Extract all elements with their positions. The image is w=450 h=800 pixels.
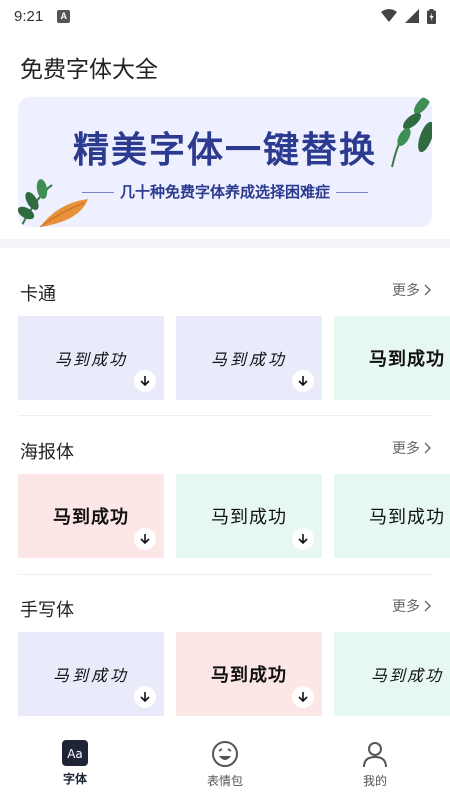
wifi-icon xyxy=(381,9,397,22)
emoji-icon xyxy=(212,741,238,767)
divider xyxy=(18,415,432,416)
tab-label: 表情包 xyxy=(206,774,243,788)
download-button[interactable] xyxy=(292,528,314,550)
chevron-right-icon xyxy=(424,442,431,454)
tab-profile[interactable]: 我的 xyxy=(300,730,450,800)
section-handwriting: 手写体 更多 马到成功 马到成功 马到成功 xyxy=(0,596,450,741)
battery-icon xyxy=(427,8,436,24)
tab-label: 字体 xyxy=(62,772,87,786)
font-card[interactable]: 马到成功 xyxy=(176,632,322,716)
section-title: 手写体 xyxy=(20,600,74,621)
font-card-row: 马到成功 马到成功 马到成功 xyxy=(18,474,450,558)
tab-emoji[interactable]: 表情包 xyxy=(150,730,300,800)
section-poster: 海报体 更多 马到成功 马到成功 马到成功 xyxy=(0,438,450,583)
font-preview-text: 马到成功 xyxy=(369,349,445,370)
font-preview-text: 马到成功 xyxy=(54,350,127,369)
section-title: 海报体 xyxy=(20,442,74,463)
font-preview-text: 马到成功 xyxy=(210,350,287,369)
font-card[interactable]: 马到成功 xyxy=(334,474,450,558)
section-title: 卡通 xyxy=(20,284,56,305)
font-preview-text: 马到成功 xyxy=(370,666,443,685)
section-cartoon: 卡通 更多 马到成功 马到成功 马到成功 xyxy=(0,280,450,425)
chevron-right-icon xyxy=(424,284,431,296)
more-label: 更多 xyxy=(392,441,420,457)
font-card[interactable]: 马到成功 xyxy=(176,316,322,400)
download-arrow-icon xyxy=(298,376,308,387)
chevron-right-icon xyxy=(424,600,431,612)
font-card[interactable]: 马到成功 xyxy=(18,316,164,400)
font-preview-text: 马到成功 xyxy=(53,507,129,528)
svg-text:Aa: Aa xyxy=(67,747,83,761)
tab-fonts[interactable]: Aa 字体 xyxy=(0,730,150,800)
download-arrow-icon xyxy=(140,376,150,387)
font-card-row: 马到成功 马到成功 马到成功 xyxy=(18,316,450,400)
more-label: 更多 xyxy=(392,599,420,615)
notification-badge: A xyxy=(57,9,71,23)
download-arrow-icon xyxy=(140,692,150,703)
font-preview-text: 马到成功 xyxy=(211,665,287,686)
font-card[interactable]: 马到成功 xyxy=(334,316,450,400)
font-card[interactable]: 马到成功 xyxy=(176,474,322,558)
more-label: 更多 xyxy=(392,283,420,299)
font-card[interactable]: 马到成功 xyxy=(18,474,164,558)
download-arrow-icon xyxy=(140,534,150,545)
page-title: 免费字体大全 xyxy=(20,57,158,83)
font-preview-text: 马到成功 xyxy=(211,507,287,528)
download-arrow-icon xyxy=(298,692,308,703)
font-card[interactable]: 马到成功 xyxy=(334,632,450,716)
download-button[interactable] xyxy=(292,686,314,708)
font-card-row: 马到成功 马到成功 马到成功 xyxy=(18,632,450,716)
bottom-tab-bar: Aa 字体 表情包 我的 xyxy=(0,730,450,800)
font-aa-icon: Aa xyxy=(62,740,88,766)
more-button[interactable]: 更多 xyxy=(392,438,432,458)
download-button[interactable] xyxy=(292,370,314,392)
tab-label: 我的 xyxy=(362,774,387,788)
font-card[interactable]: 马到成功 xyxy=(18,632,164,716)
signal-icon xyxy=(405,9,419,23)
font-preview-text: 马到成功 xyxy=(52,666,129,685)
more-button[interactable]: 更多 xyxy=(392,280,432,300)
more-button[interactable]: 更多 xyxy=(392,596,432,616)
download-button[interactable] xyxy=(134,686,156,708)
promo-banner[interactable]: 精美字体一键替换 几十种免费字体养成选择困难症 xyxy=(18,97,432,227)
banner-subtitle: 几十种免费字体养成选择困难症 xyxy=(18,181,432,202)
status-icons xyxy=(381,8,436,24)
download-button[interactable] xyxy=(134,528,156,550)
download-arrow-icon xyxy=(298,534,308,545)
profile-icon xyxy=(363,742,387,768)
status-bar: 9:21 A xyxy=(0,0,450,32)
divider xyxy=(18,574,432,575)
font-preview-text: 马到成功 xyxy=(369,507,445,528)
download-button[interactable] xyxy=(134,370,156,392)
section-separator xyxy=(0,239,450,248)
status-time: 9:21 xyxy=(14,7,44,25)
banner-title: 精美字体一键替换 xyxy=(72,130,377,171)
